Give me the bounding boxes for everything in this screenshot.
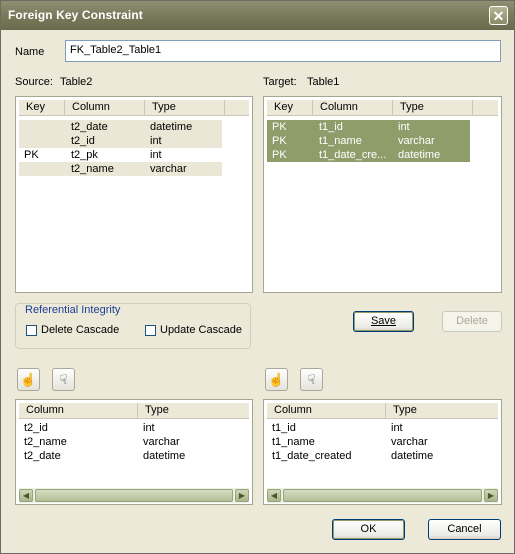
foreign-key-dialog: Foreign Key Constraint ✕ Name FK_Table2_… bbox=[0, 0, 515, 554]
target-row-selected[interactable]: PK t1_name varchar bbox=[267, 134, 470, 148]
header-type[interactable]: Type bbox=[386, 403, 500, 418]
target-row-selected[interactable]: PK t1_id int bbox=[267, 120, 470, 134]
delete-cascade-checkbox[interactable] bbox=[26, 325, 37, 336]
item-type: datetime bbox=[143, 450, 186, 462]
target-row-selected[interactable]: PK t1_date_cre... datetime bbox=[267, 148, 470, 162]
delete-cascade-label[interactable]: Delete Cascade bbox=[41, 324, 119, 336]
row-type: int bbox=[150, 135, 162, 147]
item-column: t2_date bbox=[24, 450, 61, 462]
header-column[interactable]: Column bbox=[19, 403, 138, 418]
item-column: t1_name bbox=[272, 436, 315, 448]
target-columns-list[interactable]: Column Type t1_id int t1_name varchar t1… bbox=[263, 399, 502, 505]
pointing-hand-up-icon[interactable]: ☝ bbox=[265, 368, 288, 391]
item-type: datetime bbox=[391, 450, 434, 462]
list-item[interactable]: t1_name varchar bbox=[267, 435, 498, 449]
ok-button-label: OK bbox=[360, 523, 377, 535]
source-key-grid[interactable]: Key Column Type t2_date datetime t2_id i… bbox=[15, 96, 253, 293]
item-type: varchar bbox=[143, 436, 180, 448]
list-item[interactable]: t2_id int bbox=[19, 421, 249, 435]
target-label: Target: bbox=[263, 76, 297, 88]
header-type[interactable]: Type bbox=[393, 100, 473, 115]
source-columns-header: Column Type bbox=[19, 403, 249, 419]
row-key: PK bbox=[272, 121, 287, 133]
header-column[interactable]: Column bbox=[313, 100, 393, 115]
target-grid-header: Key Column Type bbox=[267, 100, 498, 116]
list-item[interactable]: t2_date datetime bbox=[19, 449, 249, 463]
source-label: Source: bbox=[15, 76, 53, 88]
pointing-hand-down-icon[interactable]: ☟ bbox=[300, 368, 323, 391]
target-table-name: Table1 bbox=[307, 76, 340, 88]
row-column: t2_id bbox=[71, 135, 95, 147]
row-type: int bbox=[398, 121, 410, 133]
name-input[interactable]: FK_Table2_Table1 bbox=[65, 40, 501, 62]
update-cascade-label[interactable]: Update Cascade bbox=[160, 324, 242, 336]
item-column: t2_id bbox=[24, 422, 48, 434]
horizontal-scrollbar[interactable]: ◀ ▶ bbox=[19, 488, 249, 503]
source-columns-list[interactable]: Column Type t2_id int t2_name varchar t2… bbox=[15, 399, 253, 505]
row-key: PK bbox=[272, 149, 287, 161]
target-key-grid[interactable]: Key Column Type PK t1_id int PK t1_name … bbox=[263, 96, 502, 293]
scroll-left-icon[interactable]: ◀ bbox=[267, 489, 281, 502]
scroll-thumb[interactable] bbox=[35, 489, 233, 502]
list-item[interactable]: t1_date_created datetime bbox=[267, 449, 498, 463]
source-table-name: Table2 bbox=[60, 76, 93, 88]
delete-button[interactable]: Delete bbox=[442, 311, 502, 332]
row-type: int bbox=[150, 149, 162, 161]
ok-button[interactable]: OK bbox=[332, 519, 405, 540]
row-type: datetime bbox=[398, 149, 441, 161]
scroll-left-icon[interactable]: ◀ bbox=[19, 489, 33, 502]
source-row[interactable]: t2_id int bbox=[19, 134, 222, 148]
title-bar[interactable]: Foreign Key Constraint ✕ bbox=[1, 1, 514, 30]
row-type: varchar bbox=[398, 135, 435, 147]
save-button[interactable]: Save bbox=[353, 311, 414, 332]
header-key[interactable]: Key bbox=[267, 100, 313, 115]
source-row[interactable]: t2_date datetime bbox=[19, 120, 222, 134]
header-type[interactable]: Type bbox=[138, 403, 251, 418]
row-key: PK bbox=[24, 149, 39, 161]
item-column: t1_id bbox=[272, 422, 296, 434]
row-column: t1_date_cre... bbox=[319, 149, 387, 161]
item-type: int bbox=[391, 422, 403, 434]
window-title: Foreign Key Constraint bbox=[8, 8, 143, 22]
item-type: int bbox=[143, 422, 155, 434]
scroll-thumb[interactable] bbox=[283, 489, 482, 502]
row-column: t2_pk bbox=[71, 149, 98, 161]
row-column: t1_name bbox=[319, 135, 362, 147]
header-key[interactable]: Key bbox=[19, 100, 65, 115]
row-column: t2_name bbox=[71, 163, 114, 175]
header-column[interactable]: Column bbox=[267, 403, 386, 418]
row-column: t1_id bbox=[319, 121, 343, 133]
target-columns-header: Column Type bbox=[267, 403, 498, 419]
source-grid-header: Key Column Type bbox=[19, 100, 249, 116]
row-column: t2_date bbox=[71, 121, 108, 133]
close-button[interactable]: ✕ bbox=[489, 6, 508, 25]
cancel-button-label: Cancel bbox=[447, 523, 482, 535]
source-row[interactable]: t2_name varchar bbox=[19, 162, 222, 176]
item-column: t1_date_created bbox=[272, 450, 352, 462]
header-column[interactable]: Column bbox=[65, 100, 145, 115]
row-type: datetime bbox=[150, 121, 193, 133]
horizontal-scrollbar[interactable]: ◀ ▶ bbox=[267, 488, 498, 503]
header-type[interactable]: Type bbox=[145, 100, 225, 115]
name-label: Name bbox=[15, 46, 45, 58]
delete-button-label: Delete bbox=[456, 315, 488, 327]
item-type: varchar bbox=[391, 436, 428, 448]
update-cascade-checkbox[interactable] bbox=[145, 325, 156, 336]
item-column: t2_name bbox=[24, 436, 67, 448]
save-button-label: Save bbox=[370, 315, 397, 327]
row-type: varchar bbox=[150, 163, 187, 175]
cancel-button[interactable]: Cancel bbox=[428, 519, 501, 540]
referential-integrity-legend: Referential Integrity bbox=[23, 304, 123, 316]
list-item[interactable]: t1_id int bbox=[267, 421, 498, 435]
row-key: PK bbox=[272, 135, 287, 147]
pointing-hand-down-icon[interactable]: ☟ bbox=[52, 368, 75, 391]
pointing-hand-up-icon[interactable]: ☝ bbox=[17, 368, 40, 391]
list-item[interactable]: t2_name varchar bbox=[19, 435, 249, 449]
scroll-right-icon[interactable]: ▶ bbox=[235, 489, 249, 502]
scroll-right-icon[interactable]: ▶ bbox=[484, 489, 498, 502]
source-row[interactable]: PK t2_pk int bbox=[19, 148, 222, 162]
